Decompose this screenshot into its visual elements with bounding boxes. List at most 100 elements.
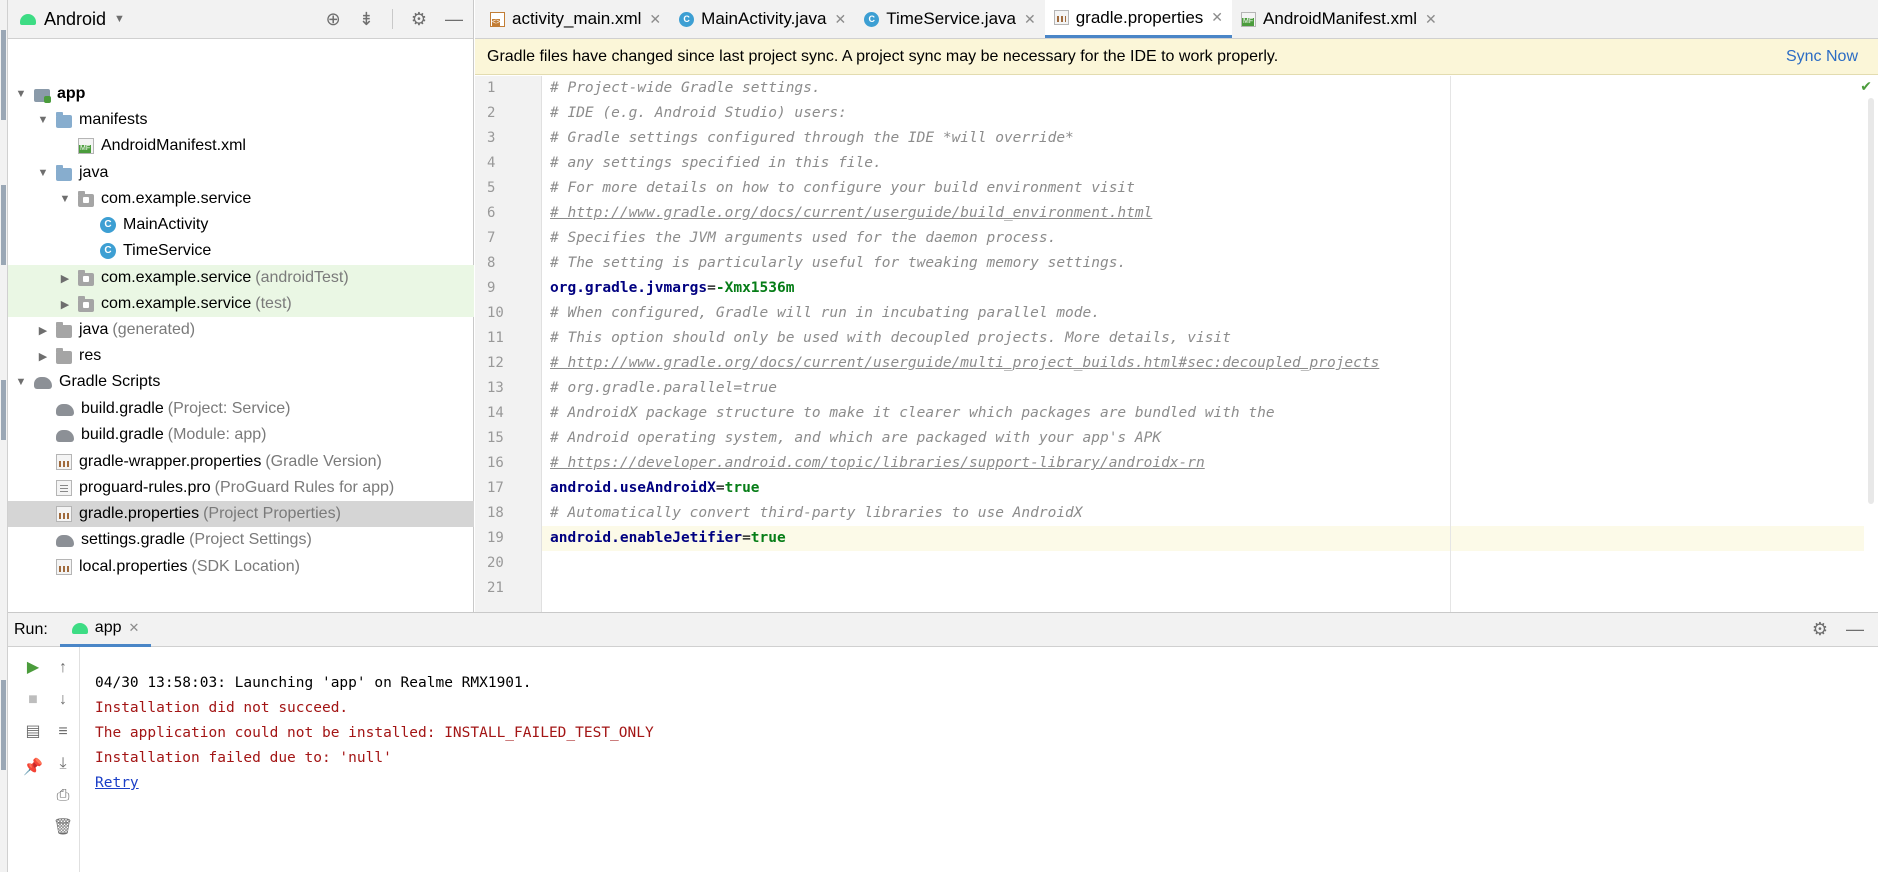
retry-link[interactable]: Retry: [95, 771, 654, 796]
tree-item-label: AndroidManifest.xml: [101, 137, 246, 154]
tree-item[interactable]: ▶ com.example.service (androidTest): [8, 265, 474, 291]
close-icon[interactable]: ✕: [129, 620, 140, 636]
editor-tab[interactable]: gradle.properties ✕: [1044, 0, 1233, 38]
tree-item[interactable]: build.gradle (Project: Service): [8, 396, 474, 422]
close-icon[interactable]: ✕: [1425, 11, 1437, 28]
tree-item-hint: (androidTest): [255, 269, 349, 286]
run-tab-app[interactable]: app ✕: [59, 613, 152, 647]
tree-item[interactable]: AndroidManifest.xml: [8, 133, 474, 159]
scroll-to-end-icon[interactable]: ⤓: [52, 753, 74, 775]
comment-link-line[interactable]: # https://developer.android.com/topic/li…: [542, 451, 1864, 476]
pin-tab-icon[interactable]: 📌: [22, 757, 44, 779]
class-icon: C: [679, 11, 695, 27]
up-arrow-icon[interactable]: ↑: [52, 657, 74, 679]
editor-scrollbar[interactable]: [1868, 98, 1874, 504]
package-icon: [78, 190, 94, 207]
gear-icon[interactable]: ⚙: [411, 9, 427, 30]
comment-line: # When configured, Gradle will run in in…: [550, 305, 1100, 321]
tree-item-label: com.example.service: [101, 295, 252, 312]
soft-wrap-icon[interactable]: ≡: [52, 721, 74, 743]
collapse-arrow-icon[interactable]: ▶: [36, 324, 50, 337]
class-icon: C: [100, 243, 116, 259]
tree-item-label: gradle-wrapper.properties: [79, 453, 262, 470]
print-icon[interactable]: ⎙: [52, 785, 74, 807]
comment-line: # org.gradle.parallel=true: [550, 380, 777, 396]
generated-folder-icon: [56, 321, 72, 338]
run-panel-tools: ⚙ —: [1812, 619, 1878, 640]
locate-file-icon[interactable]: ⊕: [326, 9, 341, 30]
tree-item-label: Gradle Scripts: [59, 373, 161, 390]
restore-layout-icon[interactable]: ▤: [22, 721, 44, 743]
down-arrow-icon[interactable]: ↓: [52, 689, 74, 711]
expand-arrow-icon[interactable]: ▼: [58, 193, 72, 205]
tree-item[interactable]: proguard-rules.pro (ProGuard Rules for ap…: [8, 475, 474, 501]
tree-item-label: gradle.properties: [79, 505, 200, 522]
editor-tab[interactable]: AndroidManifest.xml ✕: [1232, 0, 1446, 38]
comment-link-line[interactable]: # http://www.gradle.org/docs/current/use…: [542, 201, 1864, 226]
tree-item[interactable]: C TimeService: [8, 238, 474, 264]
tree-item[interactable]: ▼ java: [8, 160, 474, 186]
collapse-arrow-icon[interactable]: ▶: [58, 272, 72, 285]
line-number: 12: [487, 355, 504, 371]
line-number: 8: [487, 255, 496, 271]
android-icon: [20, 13, 36, 25]
run-console[interactable]: 04/30 13:58:03: Launching 'app' on Realm…: [95, 671, 654, 796]
tree-item[interactable]: ▼ manifests: [8, 107, 474, 133]
close-icon[interactable]: ✕: [1211, 9, 1223, 26]
chevron-down-icon: ▼: [114, 13, 125, 25]
structure-tab[interactable]: [1, 380, 6, 440]
trash-icon[interactable]: 🗑: [52, 817, 74, 839]
project-tool-window-tab[interactable]: [1, 30, 6, 120]
build-variants-tab[interactable]: [1, 680, 6, 770]
tree-item[interactable]: ▶ java (generated): [8, 317, 474, 343]
tree-item[interactable]: ▼ com.example.service: [8, 186, 474, 212]
expand-arrow-icon[interactable]: ▼: [14, 376, 28, 388]
hide-panel-icon[interactable]: —: [445, 9, 463, 30]
hide-panel-icon[interactable]: —: [1846, 619, 1864, 640]
comment-link-line[interactable]: # http://www.gradle.org/docs/current/use…: [542, 351, 1864, 376]
tree-item[interactable]: local.properties (SDK Location): [8, 554, 474, 580]
rerun-icon[interactable]: ▶: [22, 657, 44, 679]
project-view-selector[interactable]: Android ▼: [20, 9, 125, 30]
gradle-icon: [34, 377, 52, 389]
line-number: 16: [487, 455, 504, 471]
property-key: android.enableJetifier: [550, 530, 743, 546]
empty-line: [542, 576, 1864, 601]
expand-arrow-icon[interactable]: ▼: [14, 88, 28, 100]
close-icon[interactable]: ✕: [835, 11, 847, 28]
collapse-arrow-icon[interactable]: ▶: [58, 298, 72, 311]
resource-manager-tab[interactable]: [1, 185, 6, 265]
tree-item[interactable]: ▶ res: [8, 343, 474, 369]
tree-item-label: com.example.service: [101, 190, 252, 207]
editor-tab[interactable]: activity_main.xml ✕: [481, 0, 670, 38]
close-icon[interactable]: ✕: [649, 11, 661, 28]
expand-arrow-icon[interactable]: ▼: [36, 167, 50, 179]
code-editor[interactable]: 1 2 3 4 5 6 7 8 9 10 11 12 13 14 15 16 17 18 19 20 21 # Proj…: [475, 76, 1878, 612]
properties-file-icon: [56, 559, 72, 575]
editor-tab-label: activity_main.xml: [512, 9, 642, 28]
tree-item[interactable]: gradle-wrapper.properties (Gradle Version…: [8, 449, 474, 475]
project-view-label: Android: [44, 8, 107, 29]
editor-tab[interactable]: C TimeService.java ✕: [855, 0, 1044, 38]
tree-item[interactable]: settings.gradle (Project Settings): [8, 527, 474, 553]
line-number-gutter[interactable]: 1 2 3 4 5 6 7 8 9 10 11 12 13 14 15 16 17 18 19 20 21: [475, 76, 542, 612]
expand-arrow-icon[interactable]: ▼: [36, 114, 50, 126]
sync-now-link[interactable]: Sync Now: [1786, 48, 1858, 66]
close-icon[interactable]: ✕: [1024, 11, 1036, 28]
collapse-all-icon[interactable]: ⇟: [359, 9, 374, 30]
text-file-icon: [56, 480, 72, 496]
tree-item[interactable]: ▼ app: [8, 81, 474, 107]
gear-icon[interactable]: ⚙: [1812, 619, 1828, 640]
tree-item[interactable]: ▶ com.example.service (test): [8, 291, 474, 317]
collapse-arrow-icon[interactable]: ▶: [36, 350, 50, 363]
property-line: org.gradle.jvmargs=-Xmx1536m: [542, 276, 1864, 301]
tree-item[interactable]: build.gradle (Module: app): [8, 422, 474, 448]
tree-item[interactable]: C MainActivity: [8, 212, 474, 238]
comment-line: # The setting is particularly useful for…: [550, 255, 1127, 271]
inspection-ok-icon[interactable]: ✔: [1860, 78, 1872, 95]
tree-item-hint: (generated): [112, 321, 196, 338]
tree-item[interactable]: gradle.properties (Project Properties): [8, 501, 474, 527]
editor-tab[interactable]: C MainActivity.java ✕: [670, 0, 855, 38]
stop-icon[interactable]: ■: [22, 689, 44, 711]
tree-item[interactable]: ▼ Gradle Scripts: [8, 369, 474, 395]
